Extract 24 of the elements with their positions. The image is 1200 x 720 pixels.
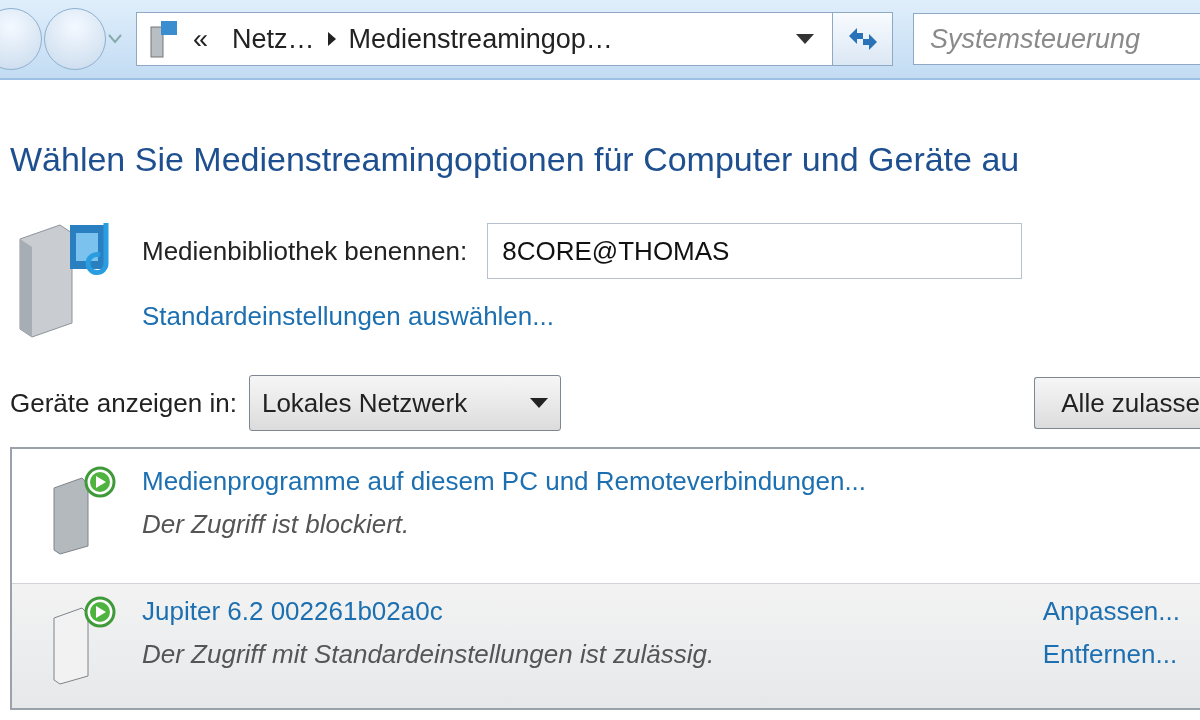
device-row[interactable]: Jupiter 6.2 002261b02a0c Der Zugriff mit Standardeinstellungen ist zulässig. Anpassen... Entfernen... [12,582,1200,708]
device-action-link[interactable]: Entfernen... [1042,638,1178,670]
search-field[interactable]: Systemsteuerung [913,13,1200,65]
dropdown-arrow-icon [529,398,548,408]
device-name-link[interactable]: Medienprogramme auf diesem PC und Remoteverbindungen... [142,466,1180,497]
allow-all-button[interactable]: Alle zulasse [1034,377,1200,429]
dropdown-arrow-icon[interactable] [796,34,814,44]
access-status: Der Zugriff ist blockiert. [142,509,411,540]
access-status: Der Zugriff mit Standardeinstellungen ist zulässig. [142,638,716,670]
chevron-right-icon[interactable] [326,31,337,47]
overflow-chevron[interactable]: « [181,23,221,55]
refresh-button[interactable] [832,13,892,65]
filter-label: Geräte anzeigen in: [10,387,237,419]
page-heading: Wählen Sie Medienstreamingoptionen für Computer und Geräte au [10,140,1021,179]
library-name-field[interactable]: 8CORE@THOMAS [487,223,1023,279]
device-name-link[interactable]: Jupiter 6.2 002261b02a0c [142,595,1025,627]
device-row[interactable]: Medienprogramme auf diesem PC und Remoteverbindungen... Der Zugriff ist blockiert. [12,453,1200,579]
breadcrumb[interactable]: Medienstreamingop… [336,23,625,55]
default-settings-link[interactable]: Standardeinstellungen auswählen... [142,301,1023,332]
device-action-link[interactable]: Anpassen... [1042,595,1180,627]
breadcrumb[interactable]: Netz… [220,23,327,55]
network-dropdown[interactable]: Lokales Netzwerk [248,375,561,431]
field-label: Medienbibliothek benennen: [142,235,468,267]
address-bar[interactable]: « Netz… Medienstreamingop… [136,12,893,66]
